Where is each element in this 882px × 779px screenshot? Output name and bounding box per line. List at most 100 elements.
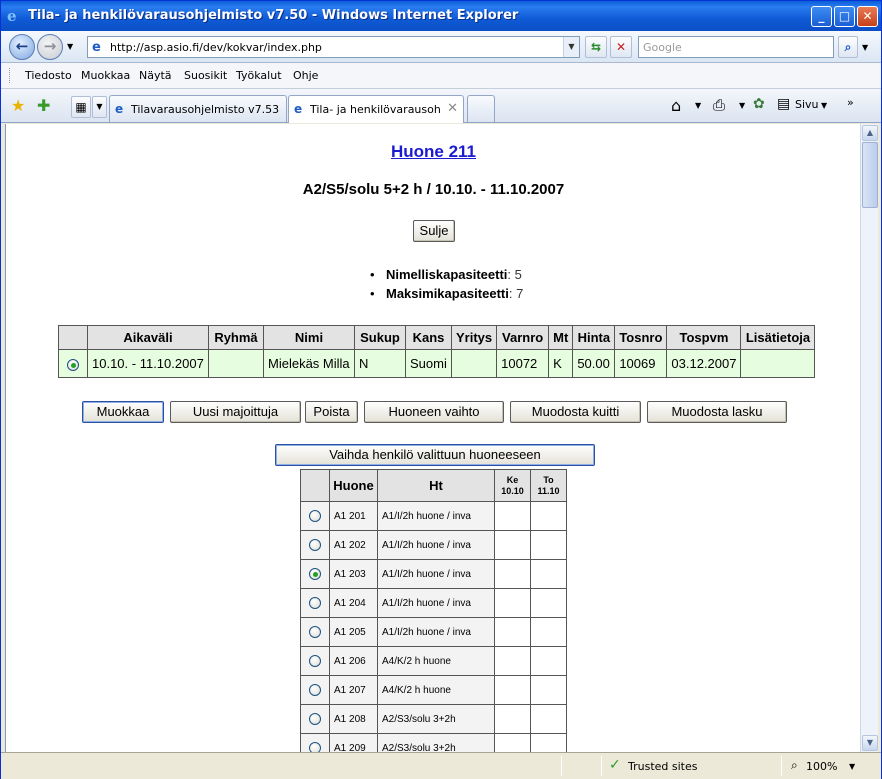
- menu-tools[interactable]: Työkalut: [236, 69, 282, 82]
- tab-page-icon: e: [115, 102, 124, 116]
- cell-day-1[interactable]: [494, 530, 531, 560]
- cell-day-1[interactable]: [494, 617, 531, 647]
- room-radio[interactable]: [309, 626, 321, 638]
- home-icon[interactable]: ⌂: [671, 96, 681, 115]
- zoom-icon[interactable]: ⌕: [791, 758, 798, 773]
- recent-pages-dropdown-icon[interactable]: ▼: [67, 42, 73, 51]
- cell-day-2[interactable]: [530, 588, 567, 618]
- tab-list-icon[interactable]: ▼: [92, 96, 107, 118]
- status-divider: [561, 756, 562, 776]
- minimize-button[interactable]: _: [811, 6, 832, 27]
- room-radio[interactable]: [309, 597, 321, 609]
- col-ht: Ht: [377, 469, 495, 502]
- tab-close-icon[interactable]: ✕: [447, 101, 458, 116]
- room-radio[interactable]: [309, 510, 321, 522]
- room-select-cell: [300, 559, 330, 589]
- cell-yritys: [450, 349, 498, 378]
- menu-edit[interactable]: Muokkaa: [81, 69, 130, 82]
- close-window-button[interactable]: ✕: [857, 6, 878, 27]
- cell-room-type: A1/I/2h huone / inva: [377, 588, 495, 618]
- cell-lisatietoja: [740, 349, 816, 378]
- quick-tabs-icon[interactable]: ▦: [71, 96, 91, 118]
- tab-page-icon: e: [294, 102, 303, 116]
- room-radio[interactable]: [309, 568, 321, 580]
- col-mt: Mt: [548, 325, 574, 350]
- room-radio[interactable]: [309, 684, 321, 696]
- favorites-star-icon[interactable]: ★: [11, 96, 25, 115]
- cell-day-2[interactable]: [530, 733, 567, 752]
- create-invoice-button[interactable]: Muodosta lasku: [647, 401, 787, 423]
- close-button[interactable]: Sulje: [413, 220, 455, 242]
- cell-tospvm: 03.12.2007: [666, 349, 742, 378]
- status-divider: [601, 756, 602, 776]
- page-menu-icon[interactable]: ▤: [777, 96, 790, 112]
- col-date-1-date: 10.10: [501, 485, 524, 496]
- cell-day-2[interactable]: [530, 675, 567, 705]
- col-varnro: Varnro: [496, 325, 550, 350]
- move-person-button[interactable]: Vaihda henkilö valittuun huoneeseen: [275, 444, 595, 466]
- stop-button[interactable]: ✕: [610, 36, 632, 58]
- cell-day-2[interactable]: [530, 646, 567, 676]
- search-options-icon[interactable]: ▼: [862, 43, 868, 52]
- cell-day-1[interactable]: [494, 733, 531, 752]
- home-dropdown-icon[interactable]: ▼: [695, 101, 701, 110]
- page-menu-label[interactable]: Sivu: [795, 98, 819, 111]
- menu-file[interactable]: Tiedosto: [25, 69, 72, 82]
- new-tab-button[interactable]: [467, 95, 495, 122]
- menu-view[interactable]: Näytä: [139, 69, 172, 82]
- zoom-dropdown-icon[interactable]: ▼: [849, 762, 855, 771]
- room-radio[interactable]: [309, 742, 321, 752]
- cell-day-2[interactable]: [530, 559, 567, 589]
- add-favorite-icon[interactable]: ✚: [37, 96, 50, 115]
- cell-day-1[interactable]: [494, 559, 531, 589]
- table-row: 10.10. - 11.10.2007 Mielekäs Milla N Suo…: [58, 349, 816, 378]
- delete-button[interactable]: Poista: [305, 401, 358, 423]
- security-zone[interactable]: Trusted sites: [628, 760, 698, 773]
- menu-help[interactable]: Ohje: [293, 69, 318, 82]
- more-commands-icon[interactable]: »: [847, 96, 854, 109]
- room-change-button[interactable]: Huoneen vaihto: [364, 401, 504, 423]
- cell-day-2[interactable]: [530, 501, 567, 531]
- scroll-up-icon[interactable]: ▲: [862, 125, 878, 141]
- cell-day-2[interactable]: [530, 704, 567, 734]
- maximum-capacity-label: Maksimikapasiteetti: [386, 286, 509, 301]
- tab-tilavaraus[interactable]: e Tilavarausohjelmisto v7.53 - ...: [109, 95, 287, 122]
- scroll-down-icon[interactable]: ▼: [862, 735, 878, 751]
- cell-day-1[interactable]: [494, 646, 531, 676]
- forward-button[interactable]: →: [37, 34, 63, 60]
- search-input[interactable]: Google: [638, 36, 834, 58]
- page-menu-dropdown-icon[interactable]: ▼: [821, 101, 827, 110]
- vertical-scrollbar[interactable]: ▲ ▼: [860, 124, 878, 752]
- back-button[interactable]: ←: [9, 34, 35, 60]
- cell-day-1[interactable]: [494, 588, 531, 618]
- address-field[interactable]: e http://asp.asio.fi/dev/kokvar/index.ph…: [87, 36, 580, 58]
- edit-button[interactable]: Muokkaa: [82, 401, 164, 423]
- print-dropdown-icon[interactable]: ▼: [739, 101, 745, 110]
- address-dropdown-icon[interactable]: ▼: [563, 37, 579, 57]
- print-icon[interactable]: ⎙: [713, 96, 725, 114]
- cell-day-2[interactable]: [530, 530, 567, 560]
- room-title-link[interactable]: Huone 211: [6, 142, 860, 162]
- reservation-radio[interactable]: [67, 358, 79, 371]
- reservations-header-row: Aikaväli Ryhmä Nimi Sukup Kans Yritys Va…: [58, 325, 816, 350]
- tab-henkilovaraus[interactable]: e Tila- ja henkilövarausohje... ✕: [288, 95, 464, 123]
- maximize-button[interactable]: □: [834, 6, 855, 27]
- cell-day-2[interactable]: [530, 617, 567, 647]
- feeds-icon[interactable]: ✿: [753, 96, 765, 112]
- room-select-cell: [300, 501, 330, 531]
- room-radio[interactable]: [309, 713, 321, 725]
- menu-favorites[interactable]: Suosikit: [184, 69, 227, 82]
- create-receipt-button[interactable]: Muodosta kuitti: [510, 401, 641, 423]
- new-guest-button[interactable]: Uusi majoittuja: [170, 401, 301, 423]
- cell-room-type: A2/S3/solu 3+2h: [377, 704, 495, 734]
- cell-day-1[interactable]: [494, 704, 531, 734]
- room-select-cell: [300, 675, 330, 705]
- cell-day-1[interactable]: [494, 675, 531, 705]
- scroll-thumb[interactable]: [862, 142, 878, 208]
- zoom-level[interactable]: 100%: [806, 760, 837, 773]
- refresh-button[interactable]: ⇆: [585, 36, 607, 58]
- cell-day-1[interactable]: [494, 501, 531, 531]
- room-radio[interactable]: [309, 539, 321, 551]
- search-icon[interactable]: ⌕: [838, 36, 858, 58]
- room-radio[interactable]: [309, 655, 321, 667]
